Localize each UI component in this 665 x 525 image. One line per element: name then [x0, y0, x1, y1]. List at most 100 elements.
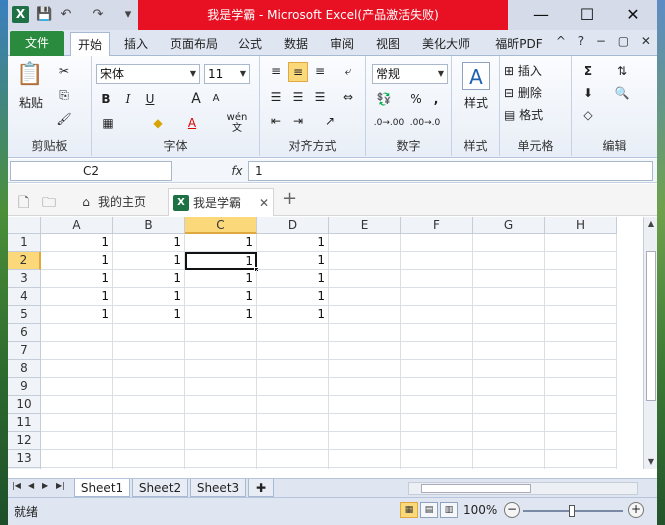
currency-icon[interactable]: 💱 — [374, 90, 394, 108]
align-center-icon[interactable]: ☰ — [288, 88, 308, 106]
undo-icon[interactable]: ↶ — [58, 6, 74, 24]
cell[interactable]: 1 — [185, 306, 257, 324]
spreadsheet-grid[interactable]: A B C D E F G H 1 1 1 1 1 2 1 1 1 1 3 1 1 1 1 4 1 1 1 1 5 1 1 1 1 6 7 8 9 10 1… — [8, 217, 643, 469]
cell[interactable] — [329, 306, 401, 324]
cell[interactable]: 1 — [41, 234, 113, 252]
cell[interactable] — [185, 378, 257, 396]
cell[interactable]: 1 — [113, 252, 185, 270]
align-right-icon[interactable]: ☰ — [310, 88, 330, 106]
fill-icon[interactable]: ⬇ — [578, 84, 598, 102]
cell[interactable] — [113, 468, 185, 469]
cell[interactable] — [545, 342, 617, 360]
customize-quick-access-icon[interactable]: ▾ — [120, 6, 136, 24]
cell[interactable] — [185, 360, 257, 378]
row-header-2[interactable]: 2 — [8, 252, 41, 270]
cell[interactable] — [329, 396, 401, 414]
tab-view[interactable]: 视图 — [368, 32, 408, 56]
cell[interactable] — [545, 306, 617, 324]
cell[interactable] — [41, 396, 113, 414]
cell[interactable] — [473, 414, 545, 432]
excel-app-icon[interactable]: X — [12, 6, 29, 23]
new-document-icon[interactable]: 🗋 — [18, 192, 29, 216]
cell[interactable] — [185, 396, 257, 414]
cell[interactable] — [257, 396, 329, 414]
row-header-6[interactable]: 6 — [8, 324, 41, 342]
column-header-c[interactable]: C — [185, 217, 257, 234]
tab-file[interactable]: 文件 — [10, 31, 64, 56]
column-header-g[interactable]: G — [473, 217, 545, 234]
cell[interactable]: 1 — [41, 252, 113, 270]
cell[interactable] — [257, 360, 329, 378]
paste-button[interactable]: 粘贴 — [14, 94, 48, 112]
cell[interactable]: 1 — [41, 288, 113, 306]
horizontal-scroll-thumb[interactable] — [421, 484, 531, 493]
align-left-icon[interactable]: ☰ — [266, 88, 286, 106]
autosum-icon[interactable]: Σ — [578, 62, 598, 80]
tab-review[interactable]: 审阅 — [322, 32, 362, 56]
align-middle-icon[interactable]: ≡ — [288, 62, 308, 82]
cell[interactable] — [401, 252, 473, 270]
column-header-b[interactable]: B — [113, 217, 185, 234]
cut-icon[interactable]: ✂ — [54, 62, 74, 80]
next-sheet-icon[interactable]: ▶ — [42, 481, 48, 490]
tab-home[interactable]: 开始 — [70, 32, 110, 56]
close-tab-icon[interactable]: ✕ — [259, 189, 269, 217]
cell[interactable] — [473, 252, 545, 270]
styles-button[interactable]: 样式 — [454, 94, 498, 112]
cell[interactable] — [401, 270, 473, 288]
normal-view-icon[interactable]: ▦ — [400, 502, 418, 518]
fill-color-icon[interactable]: ◆ — [148, 114, 168, 132]
percent-button[interactable]: % — [408, 90, 424, 108]
tab-beautify-master[interactable]: 美化大师 — [414, 32, 478, 56]
zoom-out-icon[interactable]: − — [504, 502, 520, 518]
cell[interactable]: 1 — [41, 306, 113, 324]
cell[interactable] — [257, 342, 329, 360]
row-header-8[interactable]: 8 — [8, 360, 41, 378]
cell[interactable] — [257, 468, 329, 469]
cell[interactable] — [113, 342, 185, 360]
vertical-scrollbar[interactable]: ▲ ▼ — [643, 217, 657, 469]
tab-formulas[interactable]: 公式 — [230, 32, 270, 56]
format-cells-button[interactable]: ▤ 格式 — [504, 106, 568, 124]
orientation-icon[interactable]: ↗ — [320, 112, 340, 130]
ribbon-window-controls[interactable]: ^ ? − ▢ ✕ — [556, 34, 655, 52]
increase-decimal-button[interactable]: .0→.00 — [372, 114, 406, 132]
cell[interactable]: 1 — [113, 270, 185, 288]
sheet-tab-sheet3[interactable]: Sheet3 — [190, 479, 246, 497]
cell[interactable] — [329, 360, 401, 378]
cell[interactable] — [545, 360, 617, 378]
cell[interactable] — [329, 288, 401, 306]
cell[interactable] — [257, 414, 329, 432]
cell[interactable] — [473, 360, 545, 378]
cell[interactable]: 1 — [257, 234, 329, 252]
cell[interactable] — [329, 450, 401, 468]
cell[interactable] — [545, 396, 617, 414]
cell[interactable] — [473, 378, 545, 396]
cell[interactable] — [329, 270, 401, 288]
column-header-d[interactable]: D — [257, 217, 329, 234]
cell[interactable] — [401, 432, 473, 450]
cell[interactable] — [473, 342, 545, 360]
tab-page-layout[interactable]: 页面布局 — [164, 32, 224, 56]
align-top-icon[interactable]: ≡ — [266, 62, 286, 80]
prev-sheet-icon[interactable]: ◀ — [28, 481, 34, 490]
cell[interactable] — [185, 414, 257, 432]
cell[interactable] — [545, 234, 617, 252]
doc-tab-workbook[interactable]: X 我是学霸 ✕ — [168, 188, 274, 216]
cell[interactable] — [473, 432, 545, 450]
row-header-3[interactable]: 3 — [8, 270, 41, 288]
number-format-select[interactable]: 常规 ▼ — [372, 64, 448, 84]
cell[interactable] — [329, 342, 401, 360]
cell[interactable] — [185, 342, 257, 360]
cell[interactable]: 1 — [185, 270, 257, 288]
select-all-corner[interactable] — [8, 217, 41, 234]
cell[interactable] — [401, 288, 473, 306]
border-icon[interactable]: ▦ — [98, 114, 118, 132]
cell[interactable]: 1 — [113, 306, 185, 324]
cell[interactable] — [41, 324, 113, 342]
styles-icon[interactable]: A — [462, 62, 490, 90]
page-break-view-icon[interactable]: ▥ — [440, 502, 458, 518]
cell[interactable]: 1 — [185, 234, 257, 252]
cell[interactable] — [329, 324, 401, 342]
cell[interactable] — [41, 468, 113, 469]
